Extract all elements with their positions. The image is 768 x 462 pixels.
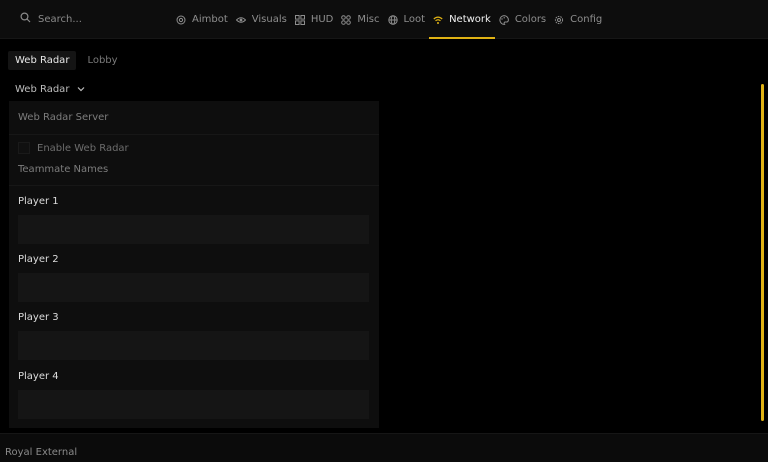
player-1-label: Player 1 (18, 196, 59, 207)
tab-config[interactable]: Config (550, 0, 606, 39)
player-1-input[interactable] (18, 215, 369, 244)
eye-icon (235, 15, 246, 25)
tab-network[interactable]: Network (429, 0, 495, 39)
dropdown-label: Web Radar (15, 84, 70, 95)
subtab-web-radar[interactable]: Web Radar (8, 51, 77, 70)
tab-label: Misc (357, 14, 380, 25)
enable-web-radar-label: Enable Web Radar (37, 142, 129, 154)
sub-tabs: Web Radar Lobby (8, 51, 125, 70)
tab-colors[interactable]: Colors (495, 0, 550, 39)
footer-label: Royal External (5, 447, 78, 458)
tab-label: Config (570, 14, 603, 25)
apps-icon (341, 14, 352, 25)
section-dropdown[interactable]: Web Radar (15, 84, 85, 95)
tab-misc[interactable]: Misc (337, 0, 383, 39)
tab-label: HUD (310, 14, 334, 25)
enable-web-radar-toggle[interactable]: Enable Web Radar (18, 142, 129, 154)
tab-label: Loot (403, 14, 426, 25)
crosshair-icon (176, 15, 186, 25)
teammate-names-label: Teammate Names (18, 164, 109, 175)
tab-label: Aimbot (192, 14, 228, 25)
search-input[interactable] (38, 13, 128, 25)
divider (9, 185, 379, 186)
search-icon (20, 12, 31, 26)
player-3-label: Player 3 (18, 312, 59, 323)
player-4-label: Player 4 (18, 371, 59, 382)
web-radar-panel: Web Radar Server Enable Web Radar Teamma… (9, 101, 379, 428)
player-4-input[interactable] (18, 390, 369, 419)
gear-icon (554, 15, 564, 25)
tab-hud[interactable]: HUD (291, 0, 338, 39)
search-box[interactable] (20, 10, 128, 28)
player-2-input[interactable] (18, 273, 369, 302)
grid-icon (294, 14, 305, 25)
tab-visuals[interactable]: Visuals (232, 0, 291, 39)
tab-label: Colors (514, 14, 547, 25)
palette-icon (499, 14, 509, 25)
checkbox[interactable] (18, 142, 30, 154)
panel-header: Web Radar Server (9, 101, 379, 135)
tab-label: Visuals (251, 14, 287, 25)
scrollbar[interactable] (761, 84, 764, 421)
tab-label: Network (449, 14, 491, 25)
main-nav: Aimbot Visuals HUD Misc Loot Network Col… (172, 0, 606, 39)
tab-aimbot[interactable]: Aimbot (172, 0, 232, 39)
top-bar: Aimbot Visuals HUD Misc Loot Network Col… (0, 0, 768, 39)
wifi-icon (433, 15, 443, 25)
globe-icon (387, 14, 398, 25)
tab-loot[interactable]: Loot (384, 0, 430, 39)
footer-bar: Royal External (0, 433, 768, 462)
chevron-down-icon (77, 84, 85, 95)
player-3-input[interactable] (18, 331, 369, 360)
player-2-label: Player 2 (18, 254, 59, 265)
subtab-lobby[interactable]: Lobby (80, 51, 124, 70)
